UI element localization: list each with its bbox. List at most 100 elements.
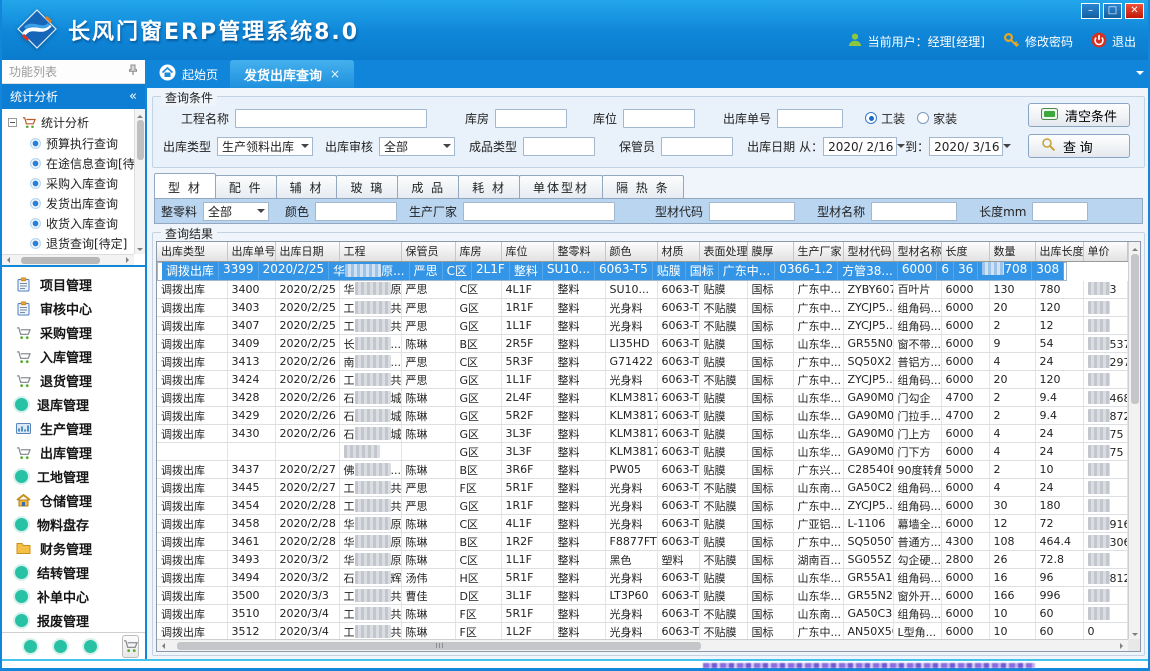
column-header[interactable]: 型材名称: [893, 242, 941, 261]
table-row[interactable]: 调拨出库33992020/2/25华原...严思C区2L1F整料SU10...6…: [157, 262, 1067, 281]
tree-item[interactable]: 退货查询[待定]: [8, 233, 134, 253]
footer-dot-icon[interactable]: [24, 640, 37, 653]
column-header[interactable]: 型材代码: [843, 242, 893, 261]
radio-selected[interactable]: 工装: [865, 110, 905, 127]
scroll-right-arrow-icon[interactable]: [126, 257, 132, 263]
minimize-button[interactable]: –: [1081, 3, 1100, 19]
table-row[interactable]: 调拨出库34942020/3/2石辉城汤伟H区5R1F整料光身料6063-T5贴…: [157, 569, 1128, 587]
project-name-input[interactable]: [235, 109, 427, 128]
table-row[interactable]: 调拨出库34292020/2/26石城陈琳G区5R2F整料KLM38176063…: [157, 407, 1128, 425]
grid-vertical-scrollbar[interactable]: [1128, 242, 1140, 639]
column-header[interactable]: 长度: [941, 242, 989, 261]
material-tab-2[interactable]: 配 件: [215, 175, 277, 198]
table-row[interactable]: 调拨出库34092020/2/25长...陈琳B区2R5F整料LI35HD606…: [157, 335, 1128, 353]
date-to-select[interactable]: 2020/ 3/16: [929, 137, 1003, 156]
sidebar-item-inventory[interactable]: 物料盘存: [2, 512, 145, 536]
clear-conditions-button[interactable]: 清空条件: [1028, 103, 1130, 127]
sidebar-item-site[interactable]: 工地管理: [2, 465, 145, 489]
sidebar-item-return-store[interactable]: 退库管理: [2, 393, 145, 417]
tree-item[interactable]: 采购入库查询: [8, 173, 134, 193]
sidebar-item-production[interactable]: 生产管理: [2, 417, 145, 441]
sidebar-item-project[interactable]: 项目管理: [2, 273, 145, 297]
tab-close-icon[interactable]: ×: [330, 67, 340, 81]
sidebar-item-inbound[interactable]: 入库管理: [2, 345, 145, 369]
table-row[interactable]: 调拨出库34542020/2/28工共工程严思G区1R1F整料光身料6063-T…: [157, 497, 1128, 515]
tab-active[interactable]: 发货出库查询 ×: [230, 60, 354, 88]
sidebar-item-returns[interactable]: 退货管理: [2, 369, 145, 393]
radio-option[interactable]: 家装: [917, 110, 957, 127]
column-header[interactable]: 表面处理: [699, 242, 747, 261]
sidebar-item-warehouse[interactable]: 仓储管理: [2, 488, 145, 512]
tree-item[interactable]: 在途信息查询[待: [8, 153, 134, 173]
material-tab-4[interactable]: 玻 璃: [336, 175, 398, 198]
profile-code-input[interactable]: [709, 202, 795, 221]
column-header[interactable]: 出库单号: [227, 242, 275, 261]
out-type-select[interactable]: 生产领料出库: [217, 137, 313, 156]
tree-vertical-scrollbar[interactable]: [134, 109, 145, 254]
table-row[interactable]: 调拨出库35002020/3/3工共工程曹佳D区3L1F整料LT3P606063…: [157, 587, 1128, 605]
tree-horizontal-scrollbar[interactable]: [2, 254, 134, 265]
material-tab-6[interactable]: 耗 材: [458, 175, 520, 198]
tree-item[interactable]: 收货入库查询: [8, 213, 134, 233]
sidebar-item-outbound[interactable]: 出库管理: [2, 441, 145, 465]
warehouse-input[interactable]: [495, 109, 567, 128]
profile-name-input[interactable]: [871, 202, 957, 221]
tab-home[interactable]: 起始页: [147, 60, 230, 88]
sidebar-item-carryover[interactable]: 结转管理: [2, 560, 145, 584]
sidebar-item-supplement[interactable]: 补单中心: [2, 584, 145, 608]
table-row[interactable]: 调拨出库34612020/2/28华原...陈琳B区1R2F整料F8877FT6…: [157, 533, 1128, 551]
column-header[interactable]: 工程: [339, 242, 401, 261]
pin-icon[interactable]: [128, 64, 138, 79]
column-header[interactable]: 保管员: [401, 242, 455, 261]
scroll-right-arrow-icon[interactable]: [1120, 643, 1126, 649]
material-tab-5[interactable]: 成 品: [397, 175, 459, 198]
scroll-up-arrow-icon[interactable]: [1132, 245, 1138, 251]
color-input[interactable]: [315, 202, 397, 221]
column-header[interactable]: 库房: [455, 242, 501, 261]
table-row[interactable]: 调拨出库34132020/2/26南...严思C区5R3F整料G71422606…: [157, 353, 1128, 371]
tree-item[interactable]: 发货出库查询: [8, 193, 134, 213]
length-input[interactable]: [1032, 202, 1088, 221]
column-header[interactable]: 库位: [501, 242, 553, 261]
column-header[interactable]: 单价: [1083, 242, 1127, 261]
column-header[interactable]: 出库类型: [157, 242, 227, 261]
maximize-button[interactable]: □: [1103, 3, 1122, 19]
table-row[interactable]: 调拨出库34582020/2/28华原...陈琳C区4L1F整料光身料6063-…: [157, 515, 1128, 533]
table-row[interactable]: G区3L3F整料KLM38176063-T5贴膜国标山东华...GA90M09.…: [157, 443, 1128, 461]
table-row[interactable]: 调拨出库34372020/2/27佛...陈琳B区3R6F整料PW056063-…: [157, 461, 1128, 479]
column-header[interactable]: 整零料: [553, 242, 605, 261]
whole-part-select[interactable]: 全部: [203, 202, 269, 221]
product-type-input[interactable]: [523, 137, 595, 156]
manufacturer-input[interactable]: [463, 202, 615, 221]
column-header[interactable]: 出库长度: [1035, 242, 1083, 261]
scroll-left-arrow-icon[interactable]: [159, 643, 165, 649]
column-header[interactable]: 材质: [657, 242, 699, 261]
collapse-icon[interactable]: «: [129, 89, 137, 104]
tree-hscroll-thumb[interactable]: [21, 257, 100, 264]
audit-select[interactable]: 全部: [379, 137, 455, 156]
table-row[interactable]: 调拨出库34072020/2/25工共工程严思G区1L1F整料光身料6063-T…: [157, 317, 1128, 335]
tree-root[interactable]: 统计分析: [8, 112, 134, 133]
tree-vscroll-thumb[interactable]: [137, 120, 144, 160]
table-row[interactable]: 调拨出库35122020/3/4工共工程陈琳F区1L2F整料光身料6063-T5…: [157, 623, 1128, 640]
tree-expander-icon[interactable]: [8, 118, 17, 127]
close-button[interactable]: ✕: [1125, 3, 1144, 19]
column-header[interactable]: 膜厚: [747, 242, 793, 261]
footer-dot-icon[interactable]: [54, 640, 67, 653]
scroll-up-arrow-icon[interactable]: [137, 112, 143, 118]
column-header[interactable]: 数量: [989, 242, 1035, 261]
table-row[interactable]: 调拨出库35102020/3/4工共工程陈琳F区5R1F整料光身料6063-T5…: [157, 605, 1128, 623]
sidebar-item-scrap[interactable]: 报废管理: [2, 608, 145, 632]
order-no-input[interactable]: [777, 109, 843, 128]
column-header[interactable]: 出库日期: [275, 242, 339, 261]
material-tab-8[interactable]: 隔 热 条: [602, 175, 684, 198]
scroll-down-arrow-icon[interactable]: [137, 248, 143, 254]
material-tab-7[interactable]: 单体型材: [519, 175, 603, 198]
grid-horizontal-scrollbar[interactable]: [157, 639, 1128, 651]
table-row[interactable]: 调拨出库34302020/2/26石城陈琳G区3L3F整料KLM38176063…: [157, 425, 1128, 443]
grid-vscroll-thumb[interactable]: [1131, 254, 1139, 404]
sidebar-item-audit-center[interactable]: 审核中心: [2, 297, 145, 321]
sidebar-item-purchase[interactable]: 采购管理: [2, 321, 145, 345]
grid-hscroll-thumb[interactable]: [177, 642, 701, 650]
scroll-left-arrow-icon[interactable]: [4, 257, 10, 263]
